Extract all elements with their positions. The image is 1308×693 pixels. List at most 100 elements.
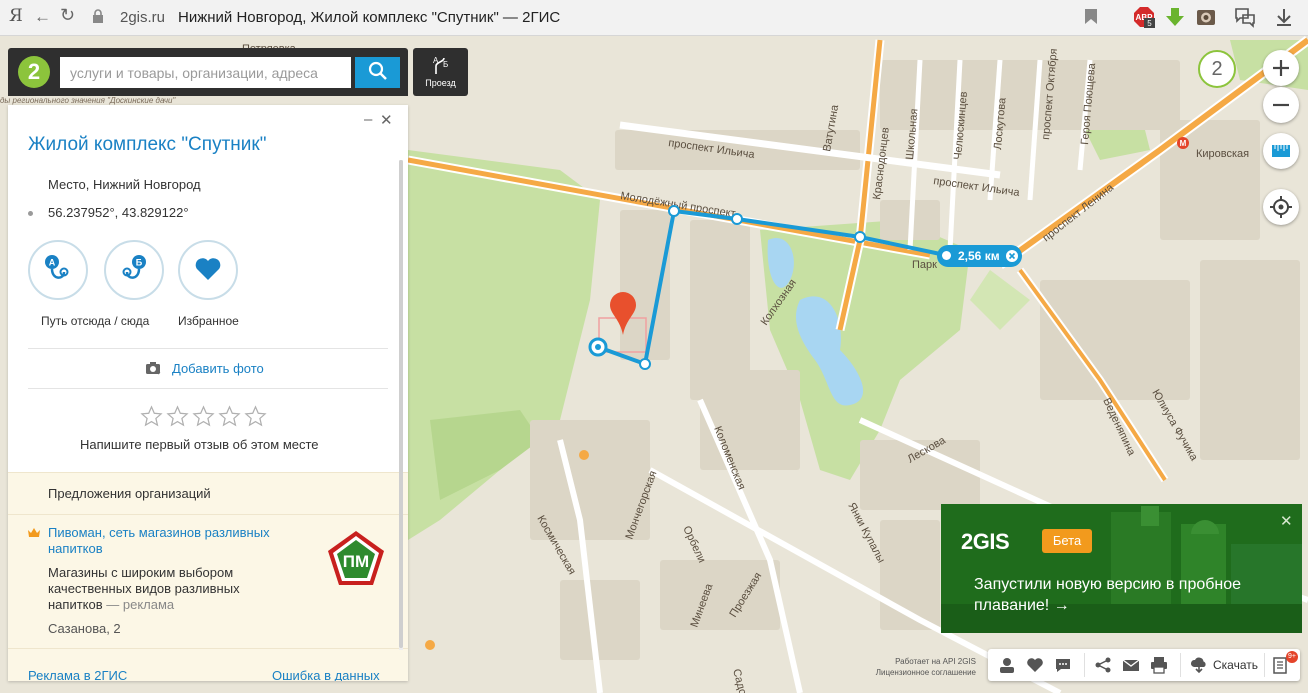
browser-toolbar: Я ← ↻ 2gis.ru Нижний Новгород, Жилой ком… — [0, 0, 1308, 36]
place-card: – ✕ Жилой комплекс "Спутник" Место, Нижн… — [8, 105, 408, 681]
crown-icon — [28, 528, 40, 537]
svg-text:Б: Б — [443, 60, 448, 69]
download-extension-icon[interactable] — [1164, 6, 1186, 28]
svg-text:5: 5 — [1147, 19, 1152, 28]
svg-text:+: + — [157, 371, 161, 375]
place-coords: 56.237952°, 43.829122° — [48, 205, 189, 220]
banner-message[interactable]: Запустили новую версию в пробное плавани… — [974, 574, 1244, 616]
download-button[interactable]: Скачать — [1213, 658, 1258, 672]
feedback-icon[interactable] — [1234, 6, 1256, 28]
camera-icon: + — [146, 362, 161, 375]
ruler-icon — [1272, 145, 1290, 157]
minimize-icon[interactable]: – — [364, 111, 372, 128]
banner-close-icon[interactable]: ✕ — [1280, 512, 1293, 530]
search-input[interactable] — [60, 57, 351, 88]
heart-toolbar-icon[interactable] — [1026, 656, 1044, 674]
yandex-logo[interactable]: Я — [9, 6, 23, 26]
banner-brand: 2GIS — [961, 529, 1010, 554]
map-caption: ды регионального значения "Доскинские да… — [0, 96, 176, 105]
remove-route-icon[interactable] — [1005, 249, 1019, 263]
mail-icon[interactable] — [1122, 656, 1140, 674]
favorite-label: Избранное — [178, 314, 239, 328]
route-from-icon: А — [45, 255, 69, 279]
plus-icon — [1273, 60, 1289, 76]
metro-icon[interactable]: М — [1177, 137, 1189, 149]
offer-description: Магазины с широким выбором качественных … — [48, 565, 240, 612]
svg-text:А: А — [433, 56, 439, 65]
star-icon[interactable] — [218, 405, 241, 428]
zoom-in-button[interactable] — [1263, 50, 1299, 86]
adblock-extension-icon[interactable]: ABP5 — [1133, 6, 1155, 28]
camera-extension-icon[interactable] — [1195, 6, 1217, 28]
minus-icon — [1273, 103, 1289, 107]
route-end-dot-icon — [942, 251, 951, 260]
street-label: Кировская — [1196, 148, 1249, 160]
star-icon[interactable] — [244, 405, 267, 428]
divider — [28, 388, 388, 389]
divider — [8, 514, 408, 515]
street-label: Парк — [912, 259, 937, 271]
ad-tag: — реклама — [106, 597, 175, 612]
beta-badge: Бета — [1042, 529, 1092, 553]
route-distance: 2,56 км — [958, 249, 1000, 263]
offer-address[interactable]: Сазанова, 2 — [48, 621, 121, 636]
geolocation-button[interactable] — [1263, 189, 1299, 225]
promo-banner[interactable]: 2GIS Бета Запустили новую версию в пробн… — [941, 504, 1302, 633]
heart-icon — [195, 258, 221, 280]
address-domain[interactable]: 2gis.ru — [120, 9, 165, 26]
add-photo-link[interactable]: Добавить фото — [172, 361, 264, 376]
user-icon[interactable] — [998, 656, 1016, 674]
ruler-button[interactable] — [1263, 133, 1299, 169]
poi-icon[interactable] — [425, 640, 435, 650]
pivoman-logo[interactable]: ПМ — [326, 529, 386, 589]
screen: Я ← ↻ 2gis.ru Нижний Новгород, Жилой ком… — [0, 0, 1308, 693]
downloads-icon[interactable] — [1273, 6, 1295, 28]
route-icon: АБ — [433, 56, 448, 74]
toolbar-divider — [1264, 653, 1265, 677]
favorite-button[interactable] — [178, 240, 238, 300]
toolbar-divider — [1084, 653, 1085, 677]
api-attribution: Работает на API 2GIS Лицензионное соглаш… — [866, 656, 976, 678]
route-button[interactable]: АБ Проезд — [413, 48, 468, 96]
route-distance-badge[interactable]: 2,56 км — [937, 245, 1022, 267]
reload-icon[interactable]: ↻ — [60, 5, 75, 26]
lock-icon[interactable] — [92, 9, 104, 23]
offer-org-name[interactable]: Пивоман, сеть магазинов разливных напитк… — [48, 525, 308, 557]
2gis-logo[interactable]: 2 — [18, 56, 50, 88]
print-icon[interactable] — [1150, 656, 1168, 674]
advertise-link[interactable]: Реклама в 2ГИС — [28, 668, 127, 681]
zoom-level-indicator[interactable]: 2 — [1198, 50, 1236, 88]
route-from-button[interactable]: А — [28, 240, 88, 300]
coords-dot-icon — [28, 211, 33, 216]
scrollbar-thumb[interactable] — [399, 160, 403, 648]
poi-icon[interactable] — [579, 450, 589, 460]
address-page-title[interactable]: Нижний Новгород, Жилой комплекс "Спутник… — [178, 9, 560, 26]
svg-text:А: А — [49, 258, 56, 268]
review-hint: Напишите первый отзыв об этом месте — [80, 437, 319, 452]
crosshair-icon — [1270, 196, 1292, 218]
star-icon[interactable] — [166, 405, 189, 428]
report-error-link[interactable]: Ошибка в данных — [272, 668, 380, 681]
star-icon[interactable] — [192, 405, 215, 428]
svg-text:Б: Б — [136, 258, 143, 268]
route-to-button[interactable]: Б — [104, 240, 164, 300]
share-icon[interactable] — [1094, 656, 1112, 674]
back-arrow-icon[interactable]: ← — [34, 7, 51, 27]
cloud-download-icon[interactable] — [1190, 656, 1208, 674]
search-button[interactable] — [355, 57, 400, 88]
offers-section: Предложения организаций Пивоман, сеть ма… — [8, 472, 408, 681]
zoom-out-button[interactable] — [1263, 87, 1299, 123]
svg-text:ПМ: ПМ — [343, 552, 369, 571]
rating-stars[interactable] — [140, 405, 270, 433]
star-icon[interactable] — [140, 405, 163, 428]
license-link[interactable]: Лицензионное соглашение — [866, 667, 976, 678]
toolbar-divider — [1180, 653, 1181, 677]
bookmark-icon[interactable] — [1084, 8, 1098, 25]
api-text-line: Работает на API 2GIS — [895, 657, 976, 666]
divider — [8, 648, 408, 649]
route-to-icon: Б — [122, 255, 146, 279]
place-title[interactable]: Жилой комплекс "Спутник" — [28, 134, 266, 156]
route-button-label: Проезд — [425, 78, 456, 88]
chat-icon[interactable] — [1054, 656, 1072, 674]
close-icon[interactable]: ✕ — [380, 111, 393, 129]
